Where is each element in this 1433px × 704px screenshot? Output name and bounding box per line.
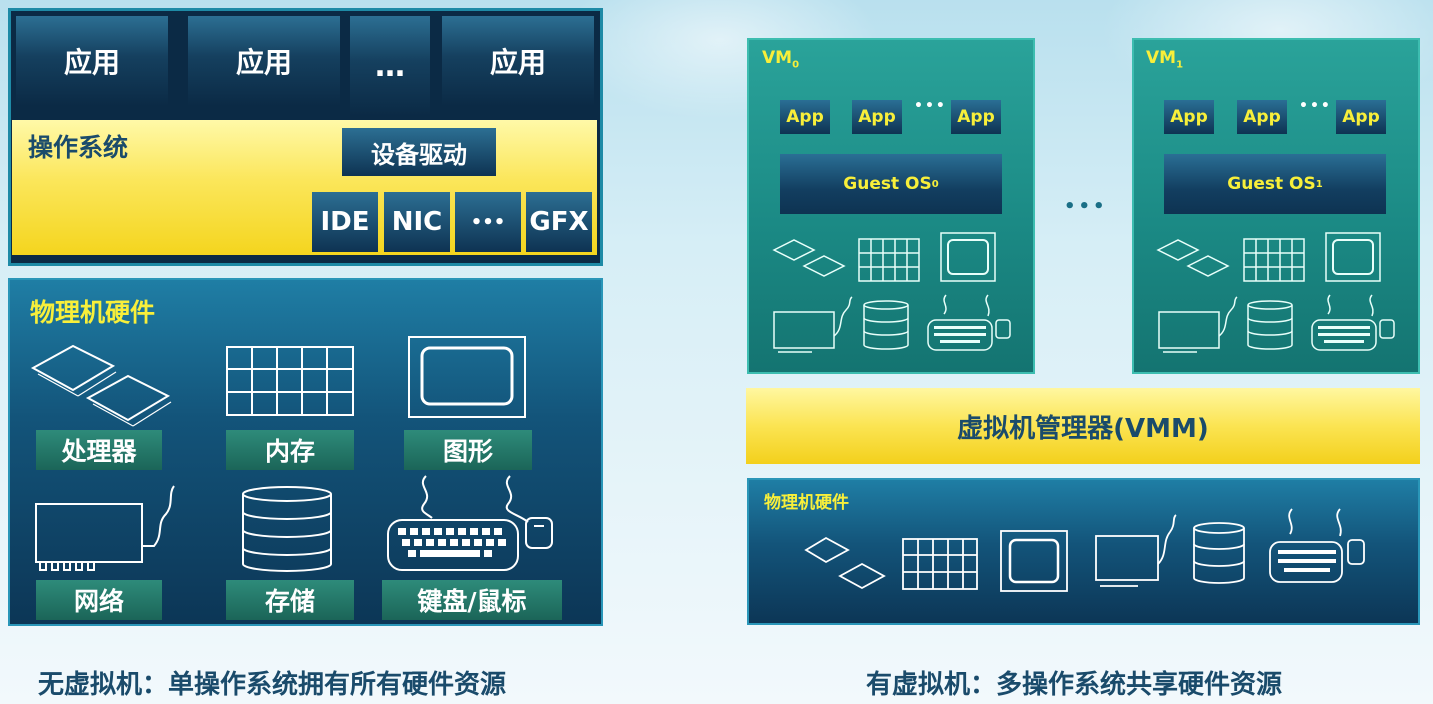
- vm1-storage-icon: [1246, 300, 1294, 350]
- shared-hardware-title: 物理机硬件: [764, 493, 849, 513]
- shared-storage-icon: [1192, 522, 1246, 586]
- vm0-app-3: App: [951, 100, 1001, 134]
- device-driver-box: 设备驱动: [342, 128, 496, 176]
- hw-label-keyboard-mouse: 键盘/鼠标: [382, 580, 562, 620]
- vm0-network-icon: [772, 296, 858, 358]
- cpu-icon: [28, 338, 178, 428]
- device-nic: NIC: [384, 192, 450, 252]
- app-box-3: 应用: [442, 16, 594, 106]
- memory-icon: [226, 346, 354, 416]
- vm1-app-3: App: [1336, 100, 1386, 134]
- vm0-cpu-icon: [772, 236, 848, 282]
- vm0-storage-icon: [862, 300, 910, 350]
- vm1-app-ellipsis: •••: [1299, 98, 1332, 114]
- hw-label-processor: 处理器: [36, 430, 162, 470]
- vm0-keyboard-mouse-icon: [926, 294, 1012, 354]
- vm0-monitor-icon: [940, 232, 996, 282]
- network-card-icon: [34, 484, 182, 576]
- shared-cpu-icon: [804, 532, 888, 596]
- vm0-app-2: App: [852, 100, 902, 134]
- vm-ellipsis: •••: [1064, 196, 1108, 217]
- vm0-guest-os: Guest OS 0: [780, 154, 1002, 214]
- hw-label-storage: 存储: [226, 580, 354, 620]
- physical-hardware-title: 物理机硬件: [30, 298, 156, 327]
- storage-icon: [240, 486, 334, 572]
- shared-monitor-icon: [1000, 530, 1068, 592]
- os-label: 操作系统: [28, 133, 129, 162]
- vm1-cpu-icon: [1156, 236, 1232, 282]
- device-ellipsis: •••: [455, 192, 521, 252]
- vm1-memory-icon: [1243, 238, 1305, 282]
- vm1-network-icon: [1157, 296, 1243, 358]
- app-box-2: 应用: [188, 16, 340, 106]
- hw-label-memory: 内存: [226, 430, 354, 470]
- vm1-keyboard-mouse-icon: [1310, 294, 1396, 354]
- vm1-monitor-icon: [1325, 232, 1381, 282]
- shared-keyboard-mouse-icon: [1268, 508, 1368, 588]
- caption-no-vm: 无虚拟机：单操作系统拥有所有硬件资源: [38, 670, 507, 700]
- shared-network-icon: [1094, 514, 1180, 594]
- vmm-bar: 虚拟机管理器(VMM): [746, 388, 1420, 464]
- vm0-title: VM0: [762, 48, 800, 71]
- monitor-icon: [408, 336, 526, 418]
- device-ide: IDE: [312, 192, 378, 252]
- device-gfx: GFX: [526, 192, 592, 252]
- vm1-title: VM1: [1146, 48, 1184, 71]
- vm0-app-ellipsis: •••: [914, 98, 947, 114]
- hw-label-network: 网络: [36, 580, 162, 620]
- caption-with-vm: 有虚拟机：多操作系统共享硬件资源: [866, 670, 1283, 700]
- app-box-1: 应用: [16, 16, 168, 106]
- app-ellipsis: …: [350, 16, 430, 116]
- vm1-app-2: App: [1237, 100, 1287, 134]
- vm0-memory-icon: [858, 238, 920, 282]
- shared-memory-icon: [902, 538, 978, 590]
- vm1-guest-os: Guest OS 1: [1164, 154, 1386, 214]
- vm0-app-1: App: [780, 100, 830, 134]
- hw-label-graphics: 图形: [404, 430, 532, 470]
- vm1-app-1: App: [1164, 100, 1214, 134]
- keyboard-mouse-icon: [386, 474, 556, 574]
